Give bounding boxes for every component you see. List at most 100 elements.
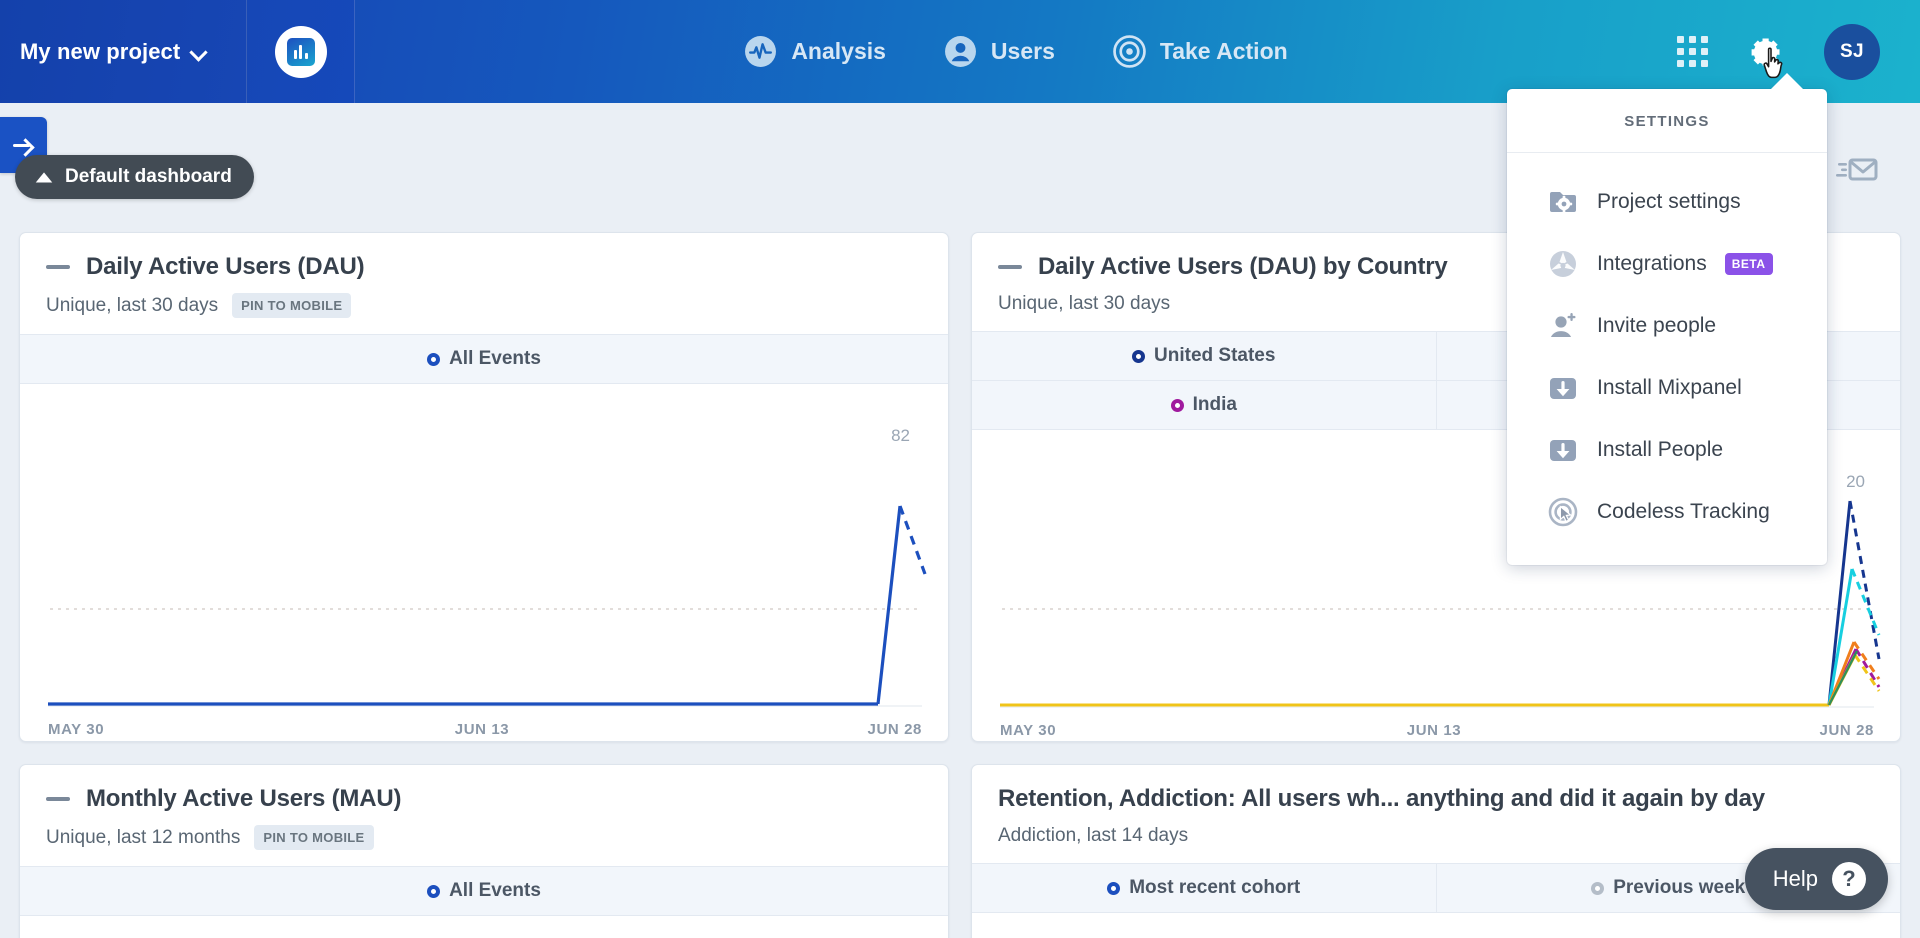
download-box-icon	[1550, 440, 1576, 461]
card-title: Retention, Addiction: All users wh... an…	[998, 785, 1765, 812]
card-subtitle-row: Unique, last 12 months PIN TO MOBILE	[46, 825, 922, 850]
email-report-icon[interactable]	[1836, 153, 1878, 185]
legend-dot-icon	[1591, 881, 1605, 895]
top-navigation-bar: My new project Analysis Users Take Actio…	[0, 0, 1920, 103]
legend-label: United States	[1154, 345, 1276, 366]
menu-item-project-settings[interactable]: Project settings	[1507, 171, 1827, 233]
pulse-icon	[745, 36, 777, 67]
user-avatar[interactable]: SJ	[1824, 23, 1880, 80]
menu-item-install-people[interactable]: Install People	[1507, 419, 1827, 481]
nav-item-take-action[interactable]: Take Action	[1113, 35, 1288, 68]
cloud-icon	[35, 172, 53, 183]
legend-item-most-recent-cohort[interactable]: Most recent cohort	[972, 864, 1437, 912]
card-subtitle: Addiction, last 14 days	[998, 825, 1189, 846]
menu-label: Integrations	[1597, 252, 1707, 275]
x-tick-1: JUN 13	[455, 721, 509, 738]
card-daily-active-users: Daily Active Users (DAU) Unique, last 30…	[19, 232, 949, 742]
card-title: Monthly Active Users (MAU)	[86, 785, 402, 812]
gear-icon	[1751, 38, 1780, 65]
legend-item-united-states[interactable]: United States	[972, 332, 1437, 380]
menu-item-integrations[interactable]: Integrations BETA	[1507, 233, 1827, 295]
app-logo[interactable]	[247, 0, 355, 103]
legend-label: Previous week	[1613, 877, 1746, 898]
settings-menu-heading: SETTINGS	[1507, 89, 1827, 153]
minus-icon	[998, 265, 1022, 269]
x-tick-1: JUN 13	[1407, 722, 1461, 739]
legend-label: All Events	[449, 880, 541, 901]
x-tick-2: JUN 28	[868, 721, 922, 738]
card-legend: All Events	[20, 866, 948, 916]
dashboard-name-label: Default dashboard	[65, 166, 232, 187]
project-name-label: My new project	[20, 38, 181, 64]
menu-item-install-mixpanel[interactable]: Install Mixpanel	[1507, 357, 1827, 419]
legend-label: India	[1192, 394, 1237, 415]
pin-to-mobile-badge[interactable]: PIN TO MOBILE	[232, 293, 352, 318]
card-subtitle: Unique, last 12 months	[46, 826, 241, 848]
menu-label: Project settings	[1597, 190, 1741, 213]
legend-row: All Events	[20, 335, 948, 383]
question-mark-icon: ?	[1832, 862, 1866, 896]
help-label: Help	[1772, 866, 1818, 891]
nav-label-users: Users	[990, 38, 1055, 64]
chevron-down-icon	[192, 45, 206, 59]
menu-label: Invite people	[1597, 314, 1717, 337]
legend-dot-icon	[1170, 398, 1184, 412]
card-header: Retention, Addiction: All users wh... an…	[972, 765, 1900, 863]
grid-apps-icon[interactable]	[1677, 36, 1708, 67]
menu-item-codeless-tracking[interactable]: Codeless Tracking	[1507, 481, 1827, 543]
card-legend: All Events	[20, 334, 948, 384]
legend-dot-icon	[427, 884, 441, 898]
dashboard-name-pill[interactable]: Default dashboard	[15, 155, 254, 199]
nav-item-users[interactable]: Users	[944, 35, 1055, 68]
pin-to-mobile-badge[interactable]: PIN TO MOBILE	[254, 825, 374, 850]
codeless-tracking-icon	[1548, 497, 1578, 527]
card-monthly-active-users: Monthly Active Users (MAU) Unique, last …	[19, 764, 949, 938]
nav-right-actions: SJ	[1677, 23, 1920, 80]
chart-peak-value: 20	[1846, 472, 1865, 491]
person-plus-icon	[1551, 313, 1576, 337]
legend-dot-icon	[1107, 881, 1121, 895]
legend-dot-icon	[1132, 349, 1146, 363]
card-title: Daily Active Users (DAU) by Country	[1038, 253, 1448, 280]
nav-label-analysis: Analysis	[791, 38, 886, 64]
help-button[interactable]: Help ?	[1744, 848, 1888, 910]
minus-icon	[46, 265, 70, 269]
card-header: Monthly Active Users (MAU) Unique, last …	[20, 765, 948, 866]
card-subtitle: Unique, last 30 days	[46, 294, 219, 316]
settings-dropdown-menu: SETTINGS Project settings Integrations B…	[1507, 89, 1827, 565]
settings-menu-list: Project settings Integrations BETA Invit…	[1507, 153, 1827, 565]
dropdown-caret	[1770, 73, 1804, 90]
x-tick-0: MAY 30	[48, 721, 104, 738]
legend-row: All Events	[20, 867, 948, 915]
project-selector[interactable]: My new project	[0, 0, 247, 103]
x-tick-2: JUN 28	[1820, 722, 1874, 739]
legend-item-all-events[interactable]: All Events	[20, 867, 948, 915]
user-circle-icon	[944, 36, 976, 67]
legend-label: Most recent cohort	[1129, 877, 1301, 898]
target-icon	[1113, 35, 1146, 68]
menu-item-invite-people[interactable]: Invite people	[1507, 295, 1827, 357]
chart-daily-active-users[interactable]: 82 MAY 30 JUN 13 JUN 28	[20, 396, 948, 741]
download-box-icon	[1550, 378, 1576, 399]
beta-badge: BETA	[1724, 253, 1773, 275]
arrow-right-icon	[12, 137, 35, 153]
nav-label-take-action: Take Action	[1159, 38, 1288, 64]
primary-nav: Analysis Users Take Action	[355, 0, 1677, 103]
card-subtitle: Unique, last 30 days	[998, 293, 1171, 314]
legend-item-india[interactable]: India	[972, 380, 1437, 429]
card-title: Daily Active Users (DAU)	[86, 253, 365, 280]
card-title-row: Daily Active Users (DAU)	[46, 253, 922, 281]
chart-peak-value: 82	[891, 426, 910, 445]
card-title-row: Monthly Active Users (MAU)	[46, 785, 922, 813]
menu-label: Install Mixpanel	[1597, 376, 1742, 399]
nav-item-analysis[interactable]: Analysis	[744, 35, 886, 68]
x-tick-0: MAY 30	[1000, 722, 1056, 739]
legend-dot-icon	[427, 352, 441, 366]
legend-item-all-events[interactable]: All Events	[20, 335, 948, 383]
card-header: Daily Active Users (DAU) Unique, last 30…	[20, 233, 948, 334]
menu-label: Codeless Tracking	[1597, 500, 1770, 523]
card-subtitle-row: Unique, last 30 days PIN TO MOBILE	[46, 293, 922, 318]
folder-gear-icon	[1550, 192, 1576, 213]
legend-label: All Events	[449, 348, 541, 369]
settings-gear-button[interactable]	[1748, 34, 1784, 78]
